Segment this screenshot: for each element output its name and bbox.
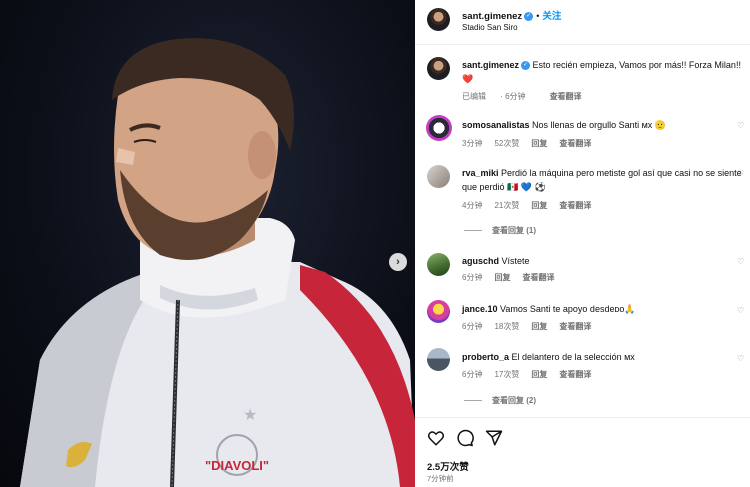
comment-text: somosanalistas Nos llenas de orgullo San… [462,120,667,130]
view-replies[interactable]: 查看回复 (1) [464,225,536,236]
comment-avatar[interactable] [427,253,450,276]
svg-text:★: ★ [243,405,257,424]
instagram-post-viewer: ★ "DIAVOLI" › sant.gimenez ✓ • 关注 Stadio Sa… [0,0,750,487]
comment-likes[interactable]: 52次赞 [494,139,519,148]
comment-time: 3分钟 [462,139,483,148]
comment-likes[interactable]: 18次赞 [494,322,519,331]
post-header: sant.gimenez ✓ • 关注 Stadio San Siro [415,0,750,45]
comment-text: jance.10 Vamos Santi te apoyo desdeᴅᴏ🙏 [462,304,636,314]
comment-username[interactable]: somosanalistas [462,120,530,130]
comment-time: 6分钟 [462,370,483,379]
comment-meta: 3分钟 52次赞 回复 查看翻译 [462,138,603,149]
translate-button[interactable]: 查看翻译 [522,273,554,282]
caption-edited: 已编辑 · 6分钟 [462,92,526,101]
caption-username[interactable]: sant.gimenez [462,60,519,70]
heart-icon[interactable]: ♡ [737,354,744,363]
comment-avatar[interactable] [427,300,450,323]
action-icons [427,429,503,447]
verified-icon: ✓ [524,12,534,22]
post-photo[interactable]: ★ "DIAVOLI" › [0,0,415,487]
comment-meta: 6分钟 17次赞 回复 查看翻译 [462,369,603,380]
comment-likes[interactable]: 21次赞 [494,201,519,210]
comment-likes[interactable]: 17次赞 [494,370,519,379]
comment-text: proberto_a El delantero de la selección … [462,352,635,362]
caption-text: sant.gimenez ✓ Esto recién empieza, Vamos… [462,58,742,86]
comment-time: 4分钟 [462,201,483,210]
follow-button[interactable]: 关注 [542,11,561,22]
author-avatar[interactable] [427,8,450,31]
translate-button[interactable]: 查看翻译 [559,201,591,210]
translate-button[interactable]: 查看翻译 [559,139,591,148]
translate-button[interactable]: 查看翻译 [559,322,591,331]
comment-meta: 6分钟 回复 查看翻译 [462,272,566,283]
comment-username[interactable]: rva_miki [462,168,499,178]
reply-button[interactable]: 回复 [531,139,547,148]
share-icon[interactable] [485,429,503,447]
divider [464,400,482,402]
like-count[interactable]: 2.5万次赞 [427,459,469,473]
reply-button[interactable]: 回复 [494,273,510,282]
post-location[interactable]: Stadio San Siro [462,23,518,32]
verified-icon: ✓ [521,61,531,71]
comment-username[interactable]: aguschd [462,256,499,266]
reply-button[interactable]: 回复 [531,322,547,331]
separator-dot: • [536,11,540,21]
comment-avatar[interactable] [426,115,452,141]
comment-meta: 6分钟 18次赞 回复 查看翻译 [462,321,603,332]
divider [464,230,482,232]
comment-meta: 4分钟 21次赞 回复 查看翻译 [462,200,603,211]
heart-icon[interactable]: ♡ [737,306,744,315]
reply-button[interactable]: 回复 [531,201,547,210]
heart-icon[interactable]: ♡ [737,121,744,130]
author-line: sant.gimenez ✓ • 关注 [462,8,561,22]
chevron-right-icon: › [396,255,400,268]
comment-username[interactable]: proberto_a [462,352,509,362]
author-username[interactable]: sant.gimenez [462,11,522,22]
comment-time: 6分钟 [462,273,483,282]
post-time: 7分钟前 [427,474,454,483]
jersey-text: "DIAVOLI" [205,458,269,473]
heart-icon[interactable]: ♡ [737,169,744,178]
caption-meta: 已编辑 · 6分钟 查看翻译 [462,91,594,102]
post-actions: 2.5万次赞 7分钟前 [415,417,750,487]
comment-icon[interactable] [456,429,474,447]
comment-avatar[interactable] [427,165,450,188]
comment-text: aguschd Vístete [462,256,530,266]
post-panel: sant.gimenez ✓ • 关注 Stadio San Siro sant.gi… [415,0,750,487]
comment-text: rva_miki Perdió la máquina pero metiste … [462,168,742,192]
heart-icon[interactable]: ♡ [737,257,744,266]
comment-username[interactable]: jance.10 [462,304,498,314]
caption-avatar[interactable] [427,57,450,80]
caption-translate[interactable]: 查看翻译 [550,92,582,101]
translate-button[interactable]: 查看翻译 [559,370,591,379]
view-replies[interactable]: 查看回复 (2) [464,395,536,406]
heart-icon[interactable] [427,429,445,447]
reply-button[interactable]: 回复 [531,370,547,379]
comment-time: 6分钟 [462,322,483,331]
player-illustration: ★ "DIAVOLI" [20,38,415,487]
next-photo-button[interactable]: › [389,253,407,271]
comment-avatar[interactable] [427,348,450,371]
